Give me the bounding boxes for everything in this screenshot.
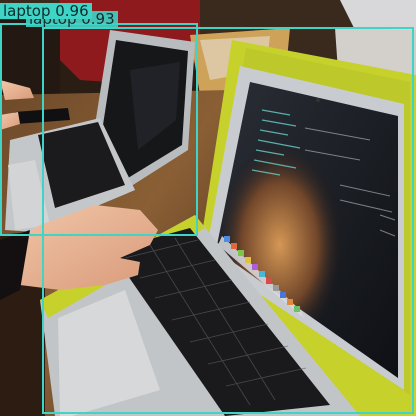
photo-scene: laptop 0.93 laptop 0.96 bbox=[0, 0, 416, 416]
detection-label-front: laptop 0.96 bbox=[0, 3, 92, 19]
detection-label-text: laptop bbox=[3, 2, 51, 20]
detection-score: 0.96 bbox=[55, 2, 89, 20]
detection-box-small-laptop bbox=[0, 23, 198, 236]
